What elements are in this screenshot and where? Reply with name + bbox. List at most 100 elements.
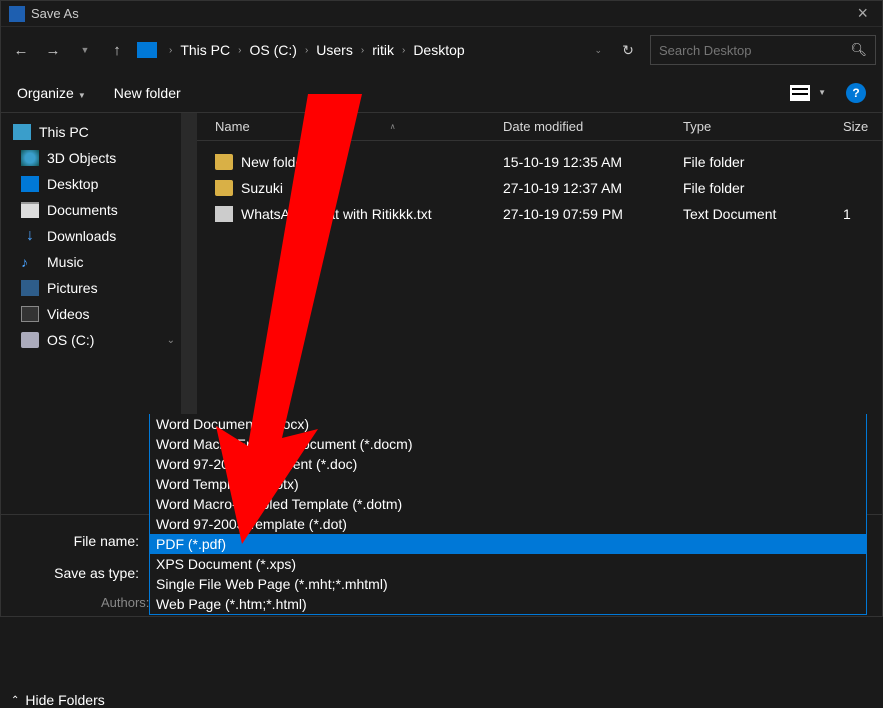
file-size: 1: [843, 206, 882, 222]
sidebar-item-3dobjects[interactable]: 3D Objects: [1, 145, 181, 171]
textfile-icon: [215, 206, 233, 222]
sidebar-label: Videos: [47, 306, 90, 322]
search-input[interactable]: 🔍︎: [650, 35, 876, 65]
dropdown-option[interactable]: PDF (*.pdf): [150, 534, 866, 554]
document-icon: [21, 202, 39, 218]
sidebar-item-pictures[interactable]: Pictures: [1, 275, 181, 301]
dropdown-option[interactable]: Single File Web Page (*.mht;*.mhtml): [150, 574, 866, 594]
organize-label: Organize: [17, 85, 74, 101]
sidebar-item-desktop[interactable]: Desktop: [1, 171, 181, 197]
breadcrumb-seg[interactable]: OS (C:): [249, 42, 296, 58]
file-name: Suzuki: [241, 180, 283, 196]
dropdown-option[interactable]: Word Document (*.docx): [150, 414, 866, 434]
dropdown-option[interactable]: XPS Document (*.xps): [150, 554, 866, 574]
breadcrumb-seg[interactable]: This PC: [180, 42, 230, 58]
breadcrumb-seg[interactable]: Users: [316, 42, 353, 58]
recent-chevron[interactable]: ▼: [71, 36, 99, 64]
table-row[interactable]: New folder 15-10-19 12:35 AMFile folder: [207, 149, 882, 175]
caret-down-icon: ▼: [78, 91, 86, 100]
back-button[interactable]: ←: [7, 36, 35, 64]
hide-folders-label: Hide Folders: [25, 692, 104, 708]
sidebar-item-osc[interactable]: OS (C:) ⌄: [1, 327, 181, 353]
file-type: Text Document: [683, 206, 843, 222]
search-field[interactable]: [659, 43, 846, 58]
dropdown-option[interactable]: Word Template (*.dotx): [150, 474, 866, 494]
view-icon[interactable]: [790, 85, 810, 101]
pc-icon: [13, 124, 31, 140]
hide-folders-button[interactable]: ⌃ Hide Folders: [11, 692, 105, 708]
sidebar-label: Pictures: [47, 280, 98, 296]
saveastype-label: Save as type:: [31, 565, 139, 581]
file-date: 27-10-19 12:37 AM: [503, 180, 683, 196]
pc-icon: [137, 42, 157, 58]
pictures-icon: [21, 280, 39, 296]
table-row[interactable]: Suzuki 27-10-19 12:37 AMFile folder: [207, 175, 882, 201]
dropdown-option[interactable]: Web Page (*.htm;*.html): [150, 594, 866, 614]
title-bar: Save As ×: [1, 1, 882, 27]
col-date[interactable]: Date modified: [503, 119, 683, 134]
breadcrumb-seg[interactable]: Desktop: [413, 42, 464, 58]
file-date: 27-10-19 07:59 PM: [503, 206, 683, 222]
3d-icon: [21, 150, 39, 166]
col-name[interactable]: Name ∧: [207, 119, 503, 134]
col-name-label: Name: [215, 119, 250, 134]
file-date: 15-10-19 12:35 AM: [503, 154, 683, 170]
newfolder-button[interactable]: New folder: [114, 85, 181, 101]
file-name: WhatsApp Chat with Ritikkk.txt: [241, 206, 432, 222]
music-icon: ♪: [21, 254, 39, 270]
col-type[interactable]: Type: [683, 119, 843, 134]
help-button[interactable]: ?: [846, 83, 866, 103]
sidebar-label: Desktop: [47, 176, 98, 192]
sidebar-item-downloads[interactable]: ↓Downloads: [1, 223, 181, 249]
sort-indicator-icon: ∧: [390, 122, 396, 131]
nav-row: ← → ▼ ↑ › This PC › OS (C:) › Users › ri…: [1, 27, 882, 73]
toolbar: Organize ▼ New folder ▼ ?: [1, 73, 882, 113]
app-icon: [9, 6, 25, 22]
caret-down-icon[interactable]: ▼: [818, 88, 826, 97]
chevron-right-icon: ›: [361, 45, 364, 56]
download-icon: ↓: [21, 228, 39, 244]
videos-icon: [21, 306, 39, 322]
close-icon[interactable]: ×: [851, 3, 874, 24]
window-title: Save As: [31, 6, 851, 21]
chevron-down-icon[interactable]: ⌄: [588, 45, 608, 56]
file-type: File folder: [683, 180, 843, 196]
sidebar-label: Music: [47, 254, 84, 270]
chevron-right-icon: ›: [402, 45, 405, 56]
file-name: New folder: [241, 154, 308, 170]
sidebar-label: OS (C:): [47, 332, 94, 348]
chevron-right-icon: ›: [169, 45, 172, 56]
search-icon[interactable]: 🔍︎: [850, 42, 867, 58]
sidebar-item-videos[interactable]: Videos: [1, 301, 181, 327]
folder-icon: [215, 180, 233, 196]
col-size[interactable]: Size: [843, 119, 882, 134]
sidebar-item-documents[interactable]: Documents: [1, 197, 181, 223]
chevron-up-icon: ⌃: [11, 695, 19, 706]
dropdown-option[interactable]: Word 97-2003 Document (*.doc): [150, 454, 866, 474]
sidebar-item-this-pc[interactable]: This PC: [1, 119, 181, 145]
dropdown-option[interactable]: Word Macro-Enabled Template (*.dotm): [150, 494, 866, 514]
dropdown-option[interactable]: Word Macro-Enabled Document (*.docm): [150, 434, 866, 454]
sidebar-label: 3D Objects: [47, 150, 116, 166]
sidebar-label: Documents: [47, 202, 118, 218]
file-type: File folder: [683, 154, 843, 170]
folder-icon: [215, 154, 233, 170]
desktop-icon: [21, 176, 39, 192]
sidebar-item-music[interactable]: ♪ Music: [1, 249, 181, 275]
breadcrumb-seg[interactable]: ritik: [372, 42, 394, 58]
up-button[interactable]: ↑: [103, 36, 131, 64]
breadcrumb[interactable]: › This PC › OS (C:) › Users › ritik › De…: [167, 42, 584, 58]
column-headers[interactable]: Name ∧ Date modified Type Size: [197, 113, 882, 141]
chevron-right-icon: ›: [238, 45, 241, 56]
saveastype-dropdown[interactable]: Word Document (*.docx)Word Macro-Enabled…: [149, 414, 867, 615]
chevron-down-icon[interactable]: ⌄: [167, 335, 175, 346]
dropdown-option[interactable]: Word 97-2003 Template (*.dot): [150, 514, 866, 534]
filename-label: File name:: [31, 533, 139, 549]
sidebar-label: This PC: [39, 124, 89, 140]
table-row[interactable]: WhatsApp Chat with Ritikkk.txt 27-10-19 0…: [207, 201, 882, 227]
refresh-button[interactable]: ↻: [616, 42, 640, 59]
drive-icon: [21, 332, 39, 348]
forward-button[interactable]: →: [39, 36, 67, 64]
chevron-right-icon: ›: [305, 45, 308, 56]
organize-button[interactable]: Organize ▼: [17, 85, 86, 101]
